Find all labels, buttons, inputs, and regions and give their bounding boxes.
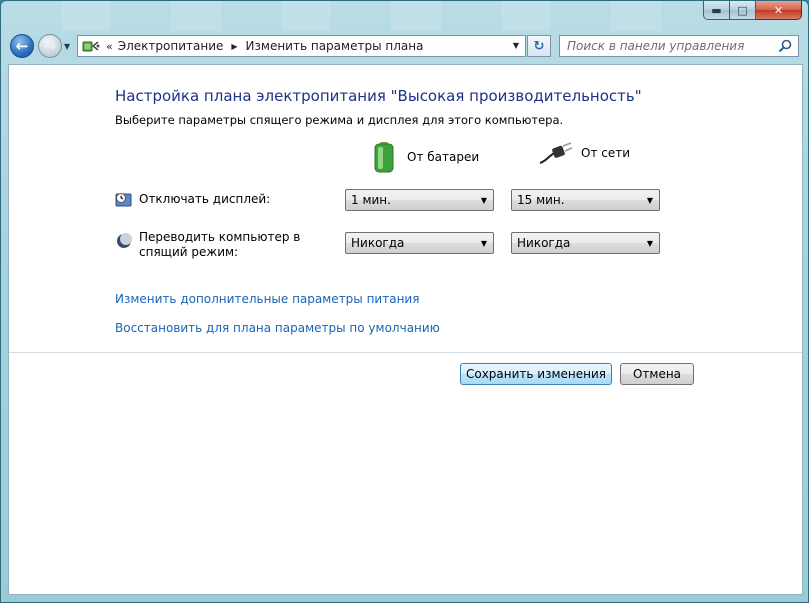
display-setting-label: Отключать дисплей:	[115, 192, 270, 209]
power-column-header: От сети	[539, 141, 630, 165]
caption-buttons: ▬ □ ✕	[703, 1, 802, 20]
battery-icon	[374, 142, 394, 173]
sleep-power-select[interactable]: Никогда ▼	[511, 232, 660, 254]
search-input[interactable]	[567, 39, 767, 53]
display-battery-value: 1 мин.	[351, 193, 391, 207]
breadcrumb-separator-icon[interactable]: ▶	[231, 42, 237, 51]
display-setting-text: Отключать дисплей:	[139, 192, 271, 206]
sleep-battery-select[interactable]: Никогда ▼	[345, 232, 494, 254]
display-battery-select[interactable]: 1 мин. ▼	[345, 189, 494, 211]
save-changes-button[interactable]: Сохранить изменения	[460, 363, 612, 385]
address-dropdown-icon[interactable]: ▼	[513, 41, 519, 50]
titlebar	[1, 1, 691, 31]
chevron-down-icon: ▼	[480, 196, 487, 205]
cancel-button[interactable]: Отмена	[620, 363, 694, 385]
refresh-button[interactable]: ↻	[527, 35, 551, 57]
display-power-value: 15 мин.	[517, 193, 565, 207]
forward-button[interactable]: →	[38, 34, 62, 58]
power-options-icon	[82, 41, 100, 52]
power-column-label: От сети	[581, 146, 631, 160]
chevron-down-icon: ▼	[646, 239, 653, 248]
display-clock-icon	[115, 193, 132, 207]
search-box[interactable]	[559, 35, 799, 57]
back-button[interactable]: ←	[10, 34, 34, 58]
chevron-down-icon: ▼	[480, 239, 487, 248]
search-icon[interactable]	[778, 39, 792, 53]
sleep-battery-value: Никогда	[351, 236, 405, 250]
page-title: Настройка плана электропитания "Высокая …	[115, 87, 642, 105]
advanced-settings-link[interactable]: Изменить дополнительные параметры питани…	[115, 292, 419, 306]
restore-defaults-link[interactable]: Восстановить для плана параметры по умол…	[115, 321, 440, 335]
refresh-icon: ↻	[533, 38, 545, 54]
battery-column-header: От батареи	[373, 141, 479, 173]
maximize-button[interactable]: □	[730, 1, 756, 20]
recent-pages-dropdown[interactable]: ▼	[64, 42, 70, 51]
battery-column-label: От батареи	[407, 150, 480, 164]
breadcrumb-edit-plan[interactable]: Изменить параметры плана	[246, 39, 424, 53]
address-bar[interactable]: « Электропитание ▶ Изменить параметры пл…	[77, 35, 526, 57]
sleep-moon-icon	[117, 233, 132, 248]
close-button[interactable]: ✕	[756, 1, 802, 20]
sleep-setting-text: Переводить компьютер в спящий режим:	[139, 230, 301, 259]
minimize-button[interactable]: ▬	[703, 1, 730, 20]
breadcrumb-power-options[interactable]: Электропитание	[118, 39, 224, 53]
page-subtitle: Выберите параметры спящего режима и дисп…	[115, 113, 564, 127]
forward-arrow-icon: →	[43, 37, 57, 55]
display-power-select[interactable]: 15 мин. ▼	[511, 189, 660, 211]
content-pane: Настройка плана электропитания "Высокая …	[8, 64, 803, 595]
divider	[9, 352, 802, 353]
control-panel-window: ▬ □ ✕ ← → ▼ « Электропитание ▶ Изменить …	[0, 0, 809, 603]
sleep-setting-label: Переводить компьютер в спящий режим:	[115, 230, 329, 260]
sleep-power-value: Никогда	[517, 236, 571, 250]
back-arrow-icon: ←	[15, 37, 29, 55]
chevron-down-icon: ▼	[646, 196, 653, 205]
power-plug-icon	[539, 142, 573, 164]
address-overflow-chevron[interactable]: «	[106, 40, 113, 53]
